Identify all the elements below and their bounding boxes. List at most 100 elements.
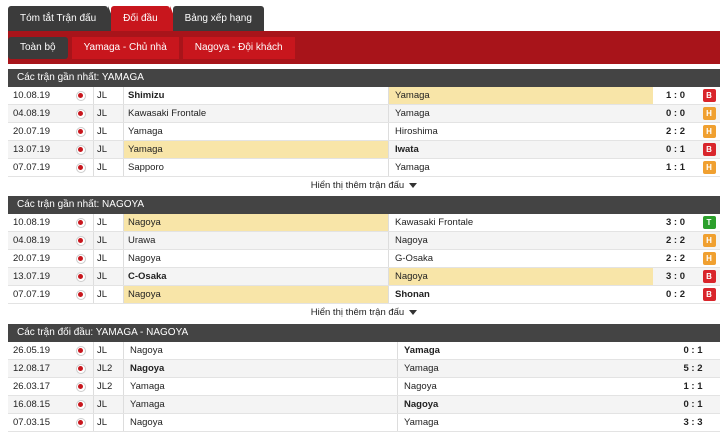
match-date: 10.08.19 — [13, 90, 50, 101]
match-score: 3 : 0 — [665, 271, 685, 282]
match-score: 2 : 2 — [665, 235, 685, 246]
home-team: Nagoya — [123, 360, 397, 377]
match-row[interactable]: 04.08.19 JL Kawasaki Frontale Yamaga 0 : 0 H — [8, 105, 720, 123]
league-code: JL — [93, 105, 123, 122]
match-score: 2 : 2 — [665, 126, 685, 137]
match-date: 16.08.15 — [13, 399, 50, 410]
japan-flag-icon — [68, 162, 93, 173]
match-row[interactable]: 07.03.15 JL Nagoya Yamaga 3 : 3 — [8, 414, 720, 432]
japan-flag-icon — [68, 144, 93, 155]
away-team: Nagoya — [388, 232, 653, 249]
match-score: 0 : 1 — [683, 399, 703, 410]
match-row[interactable]: 20.07.19 JL Nagoya G-Osaka 2 : 2 H — [8, 250, 720, 268]
home-team: Yamaga — [123, 378, 397, 395]
match-date: 07.03.15 — [13, 417, 50, 428]
home-team: C-Osaka — [123, 268, 388, 285]
match-row[interactable]: 04.08.19 JL Urawa Nagoya 2 : 2 H — [8, 232, 720, 250]
match-score: 1 : 1 — [665, 162, 685, 173]
league-code: JL — [93, 286, 123, 303]
japan-flag-icon — [68, 381, 93, 392]
japan-flag-icon — [68, 289, 93, 300]
league-code: JL — [93, 87, 123, 104]
show-more-nagoya[interactable]: Hiển thị thêm trận đấu — [8, 304, 720, 322]
league-code: JL — [93, 342, 123, 359]
away-team: Iwata — [388, 141, 653, 158]
away-team: Yamaga — [388, 159, 653, 176]
japan-flag-icon — [68, 253, 93, 264]
match-row[interactable]: 13.07.19 JL Yamaga Iwata 0 : 1 B — [8, 141, 720, 159]
home-team: Yamaga — [123, 396, 397, 413]
league-code: JL — [93, 232, 123, 249]
japan-flag-icon — [68, 271, 93, 282]
home-team: Urawa — [123, 232, 388, 249]
match-score: 0 : 0 — [665, 108, 685, 119]
japan-flag-icon — [68, 235, 93, 246]
match-row[interactable]: 26.03.17 JL2 Yamaga Nagoya 1 : 1 — [8, 378, 720, 396]
filter-home-team-label: Yamaga - Chủ nhà — [83, 42, 167, 53]
match-row[interactable]: 07.07.19 JL Sapporo Yamaga 1 : 1 H — [8, 159, 720, 177]
match-date: 04.08.19 — [13, 235, 50, 246]
result-badge: B — [702, 270, 716, 283]
result-badge: T — [702, 216, 716, 229]
japan-flag-icon — [68, 108, 93, 119]
nagoya-recent-list: 10.08.19 JL Nagoya Kawasaki Frontale 3 : 0T0… — [8, 214, 720, 304]
match-row[interactable]: 07.07.19 JL Nagoya Shonan 0 : 2 B — [8, 286, 720, 304]
home-team: Yamaga — [123, 123, 388, 140]
result-badge: H — [702, 252, 716, 265]
match-score: 0 : 1 — [683, 345, 703, 356]
h2h-list: 26.05.19 JL Nagoya Yamaga 0 : 1 12.08.17 JL2 Na… — [8, 342, 720, 432]
league-code: JL2 — [93, 360, 123, 377]
tab-head-to-head[interactable]: Đối đầu — [111, 6, 181, 31]
match-row[interactable]: 26.05.19 JL Nagoya Yamaga 0 : 1 — [8, 342, 720, 360]
section-title-yamaga: Các trận gần nhất: YAMAGA — [8, 69, 720, 87]
result-badge: H — [702, 125, 716, 138]
filter-away-team-label: Nagoya - Đội khách — [194, 42, 283, 53]
tab-standings[interactable]: Bảng xếp hạng — [172, 6, 264, 31]
tab-match-summary[interactable]: Tóm tắt Trận đấu — [8, 6, 119, 31]
caret-down-icon — [409, 309, 418, 315]
home-team: Nagoya — [123, 414, 397, 431]
match-score: 0 : 1 — [665, 144, 685, 155]
away-team: Yamaga — [388, 105, 653, 122]
league-code: JL — [93, 396, 123, 413]
league-code: JL — [93, 268, 123, 285]
league-code: JL2 — [93, 378, 123, 395]
match-date: 26.03.17 — [13, 381, 50, 392]
result-badge: B — [702, 89, 716, 102]
match-date: 20.07.19 — [13, 253, 50, 264]
match-score: 3 : 0 — [665, 217, 685, 228]
filter-away-team[interactable]: Nagoya - Đội khách — [182, 37, 295, 59]
match-row[interactable]: 20.07.19 JL Yamaga Hiroshima 2 : 2 H — [8, 123, 720, 141]
result-badge: B — [702, 288, 716, 301]
match-row[interactable]: 10.08.19 JL Nagoya Kawasaki Frontale 3 : 0 T — [8, 214, 720, 232]
section-title-h2h: Các trận đối đầu: YAMAGA - NAGOYA — [8, 324, 720, 342]
home-team: Nagoya — [123, 342, 397, 359]
league-code: JL — [93, 123, 123, 140]
result-badge: B — [702, 143, 716, 156]
match-date: 12.08.17 — [13, 363, 50, 374]
match-date: 07.07.19 — [13, 162, 50, 173]
filter-all[interactable]: Toàn bộ — [8, 37, 68, 59]
home-team: Shimizu — [123, 87, 388, 104]
match-row[interactable]: 16.08.15 JL Yamaga Nagoya 0 : 1 — [8, 396, 720, 414]
match-date: 10.08.19 — [13, 217, 50, 228]
away-team: Hiroshima — [388, 123, 653, 140]
japan-flag-icon — [68, 90, 93, 101]
match-row[interactable]: 12.08.17 JL2 Nagoya Yamaga 5 : 2 — [8, 360, 720, 378]
away-team: Nagoya — [397, 378, 671, 395]
match-date: 13.07.19 — [13, 271, 50, 282]
league-code: JL — [93, 141, 123, 158]
league-code: JL — [93, 159, 123, 176]
match-score: 5 : 2 — [683, 363, 703, 374]
filter-home-team[interactable]: Yamaga - Chủ nhà — [71, 37, 179, 59]
home-team: Kawasaki Frontale — [123, 105, 388, 122]
match-row[interactable]: 13.07.19 JL C-Osaka Nagoya 3 : 0 B — [8, 268, 720, 286]
match-date: 26.05.19 — [13, 345, 50, 356]
match-row[interactable]: 10.08.19 JL Shimizu Yamaga 1 : 0 B — [8, 87, 720, 105]
home-team: Nagoya — [123, 286, 388, 303]
japan-flag-icon — [68, 363, 93, 374]
result-badge: H — [702, 234, 716, 247]
show-more-yamaga[interactable]: Hiển thị thêm trận đấu — [8, 177, 720, 195]
away-team: Yamaga — [388, 87, 653, 104]
result-badge: H — [702, 161, 716, 174]
